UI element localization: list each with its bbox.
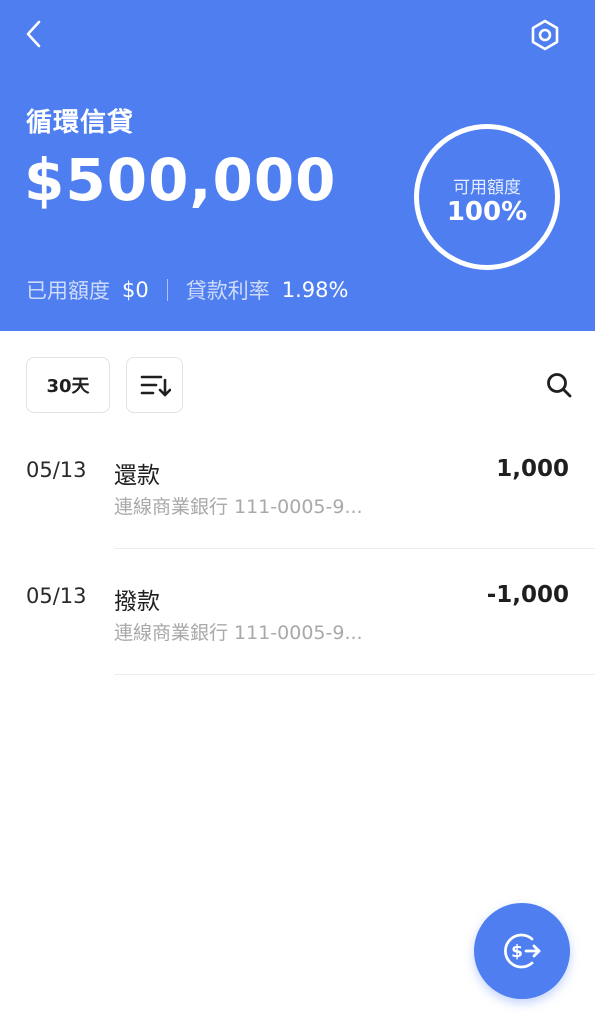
- search-button[interactable]: [540, 366, 578, 404]
- transaction-description: 連線商業銀行 111-0005-9...: [114, 622, 363, 644]
- settings-button[interactable]: [524, 14, 566, 56]
- transaction-description: 連線商業銀行 111-0005-9...: [114, 496, 363, 518]
- used-credit-label: 已用額度: [26, 279, 110, 303]
- search-icon: [547, 373, 572, 398]
- transaction-name: 撥款: [114, 589, 160, 615]
- days-filter-button[interactable]: 30天: [26, 357, 110, 413]
- available-credit-percent: 100%: [446, 197, 528, 227]
- row-divider: [114, 674, 595, 675]
- transaction-name: 還款: [114, 463, 160, 489]
- sort-icon: [140, 375, 171, 397]
- sort-button[interactable]: [126, 357, 183, 413]
- transaction-amount: 1,000: [496, 456, 569, 482]
- transfer-fab-button[interactable]: $: [474, 903, 570, 999]
- interest-rate-label: 貸款利率: [185, 279, 270, 303]
- back-button[interactable]: [16, 16, 52, 52]
- transaction-date: 05/13: [26, 584, 87, 608]
- header: 循環信貸 $500,000 可用額度 100% 已用額度 $0 貸款利率 1.9…: [0, 0, 595, 331]
- dollar-arrow-icon: $: [504, 933, 541, 969]
- interest-rate-value: 1.98%: [281, 278, 349, 302]
- stats-divider: [166, 279, 168, 301]
- available-credit-gauge: 可用額度 100%: [414, 124, 560, 270]
- transaction-amount: -1,000: [486, 582, 569, 608]
- svg-text:$: $: [511, 942, 523, 962]
- transaction-date: 05/13: [26, 458, 87, 482]
- available-credit-label: 可用額度: [453, 178, 521, 198]
- page-title: 循環信貸: [26, 108, 135, 138]
- transaction-row[interactable]: 05/13 撥款 連線商業銀行 111-0005-9... -1,000: [0, 580, 595, 706]
- transaction-row[interactable]: 05/13 還款 連線商業銀行 111-0005-9... 1,000: [0, 454, 595, 580]
- credit-stats: 已用額度 $0 貸款利率 1.98%: [26, 275, 348, 305]
- used-credit-value: $0: [122, 278, 149, 302]
- row-divider: [114, 548, 595, 549]
- credit-amount: $500,000: [24, 146, 337, 214]
- settings-icon: [531, 19, 559, 51]
- chevron-left-icon: [26, 20, 41, 48]
